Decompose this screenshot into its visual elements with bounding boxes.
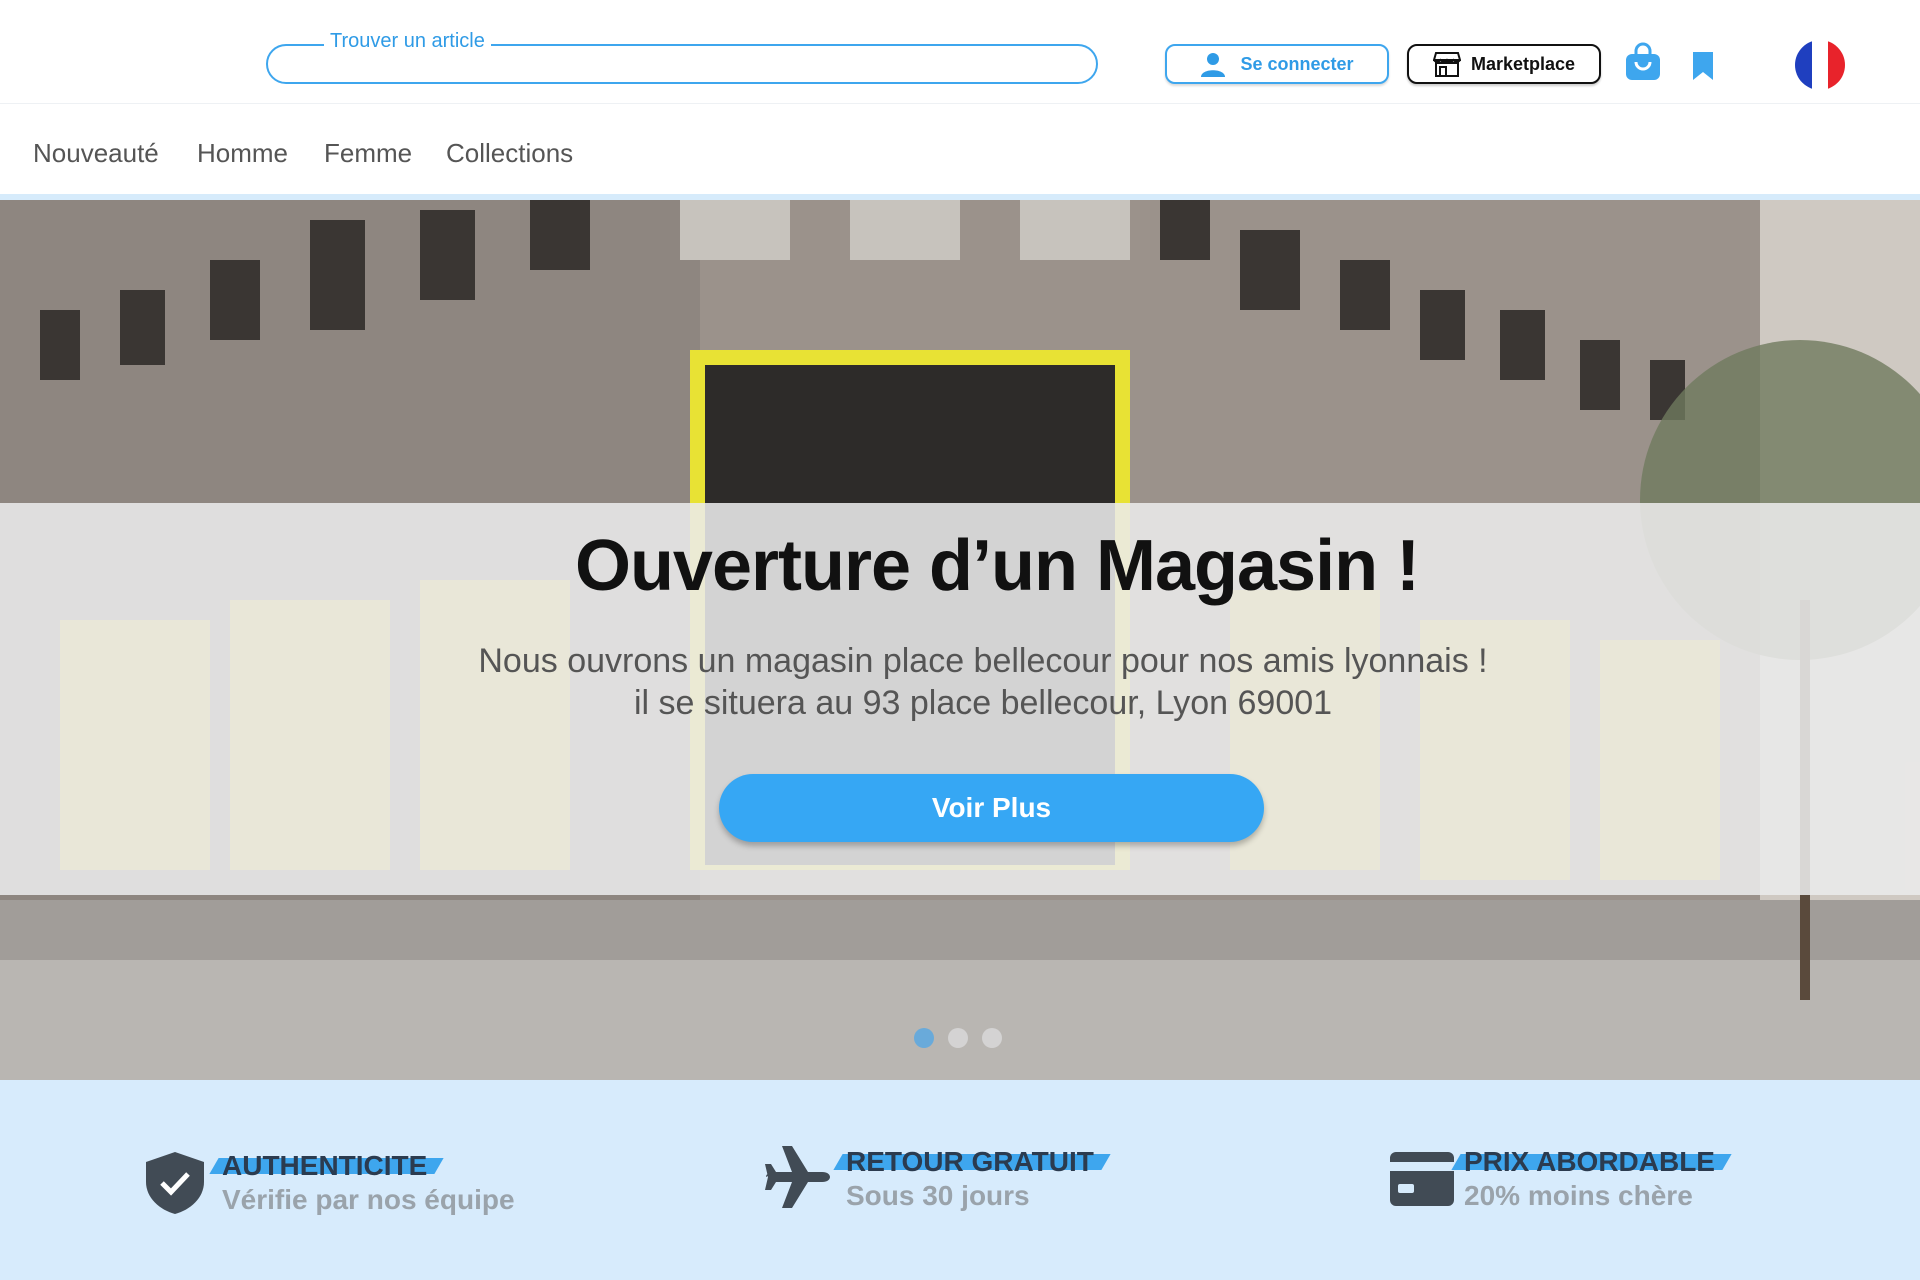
feature-subtitle: Sous 30 jours: [846, 1180, 1030, 1211]
marketplace-button-label: Marketplace: [1470, 53, 1576, 74]
user-icon: [1201, 53, 1226, 77]
feature-subtitle: Vérifie par nos équipe: [222, 1184, 515, 1215]
marketplace-button[interactable]: Marketplace: [1407, 44, 1601, 84]
nav-item-nouveaute[interactable]: Nouveauté: [33, 138, 159, 169]
store-icon: [1432, 52, 1461, 77]
hero-subtitle: Nous ouvrons un magasin place bellecour …: [0, 640, 1920, 724]
hero-subtitle-line2: il se situera au 93 place bellecour, Lyo…: [633, 684, 1333, 722]
carousel-dot-1[interactable]: [914, 1028, 934, 1048]
login-button[interactable]: Se connecter: [1165, 44, 1389, 84]
hero-banner: Ouverture d’un Magasin ! Nous ouvrons un…: [0, 200, 1920, 1080]
hero-title: Ouverture d’un Magasin !: [574, 526, 1420, 606]
header: Trouver un article Se connecter Marketpl…: [0, 0, 1920, 104]
feature-subtitle: 20% moins chère: [1464, 1180, 1693, 1211]
carousel-dot-3[interactable]: [982, 1028, 1002, 1048]
carousel-dots: [914, 1028, 1002, 1048]
feature-title: PRIX ABORDABLE: [1456, 1146, 1723, 1178]
nav-item-collections[interactable]: Collections: [446, 138, 573, 169]
feature-prix-abordable: PRIX ABORDABLE 20% moins chère: [1456, 1146, 1723, 1212]
features-bar: AUTHENTICITE Vérifie par nos équipe RETO…: [0, 1080, 1920, 1280]
main-nav: Nouveauté Homme Femme Collections: [0, 104, 1920, 196]
nav-item-homme[interactable]: Homme: [197, 138, 288, 169]
login-button-label: Se connecter: [1240, 53, 1354, 74]
search-box[interactable]: Trouver un article: [266, 30, 1098, 84]
feature-title: RETOUR GRATUIT: [838, 1146, 1102, 1178]
carousel-dot-2[interactable]: [948, 1028, 968, 1048]
search-input[interactable]: [288, 50, 1078, 78]
french-flag-icon[interactable]: [1795, 40, 1845, 90]
feature-title: AUTHENTICITE: [214, 1150, 435, 1182]
airplane-icon: [765, 1146, 830, 1208]
feature-retour-gratuit: RETOUR GRATUIT Sous 30 jours: [838, 1146, 1102, 1212]
bookmark-icon[interactable]: [1690, 50, 1716, 82]
hero-subtitle-line1: Nous ouvrons un magasin place bellecour …: [478, 642, 1488, 680]
shopping-bag-icon[interactable]: [1623, 42, 1663, 82]
nav-item-femme[interactable]: Femme: [324, 138, 412, 169]
credit-card-icon: [1390, 1152, 1454, 1206]
voir-plus-button[interactable]: Voir Plus: [719, 774, 1264, 842]
feature-authenticite: AUTHENTICITE Vérifie par nos équipe: [214, 1150, 515, 1216]
shield-check-icon: [146, 1152, 204, 1214]
